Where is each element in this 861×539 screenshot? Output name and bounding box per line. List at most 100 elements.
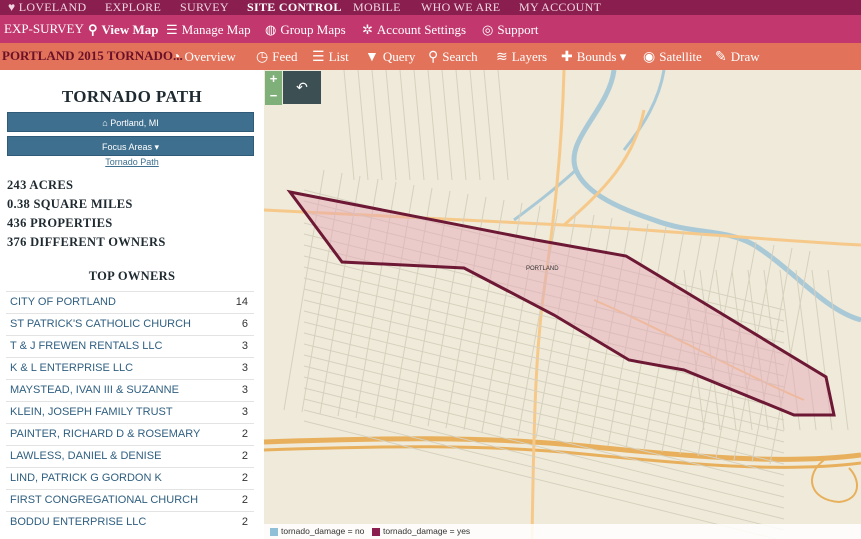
focus-areas-button[interactable]: Focus Areas ▾ — [7, 136, 254, 156]
layers-icon: ≋ — [496, 50, 508, 65]
pie-chart-icon: ◔ — [172, 50, 181, 65]
tool-list[interactable]: ☰ List — [312, 43, 349, 72]
street — [303, 420, 779, 539]
river-branch — [513, 168, 578, 222]
owner-name[interactable]: K & L ENTERPRISE LLC — [10, 362, 133, 374]
support-link[interactable]: ◎ Support — [482, 15, 539, 45]
owner-count: 2 — [241, 494, 248, 506]
street — [455, 70, 467, 181]
owner-row[interactable]: PAINTER, RICHARD D & ROSEMARY 2 — [6, 423, 254, 445]
owner-count: 2 — [241, 428, 248, 440]
street — [427, 70, 439, 181]
street — [399, 70, 411, 181]
map-pin-icon: ⚲ — [88, 22, 98, 37]
group-maps-link[interactable]: ◍ Group Maps — [265, 15, 346, 45]
zoom-in-button[interactable]: + — [265, 71, 282, 88]
nav-survey[interactable]: SURVEY — [180, 0, 229, 15]
gear-icon: ✲ — [362, 22, 373, 37]
top-owners-title: TOP OWNERS — [88, 269, 176, 283]
owner-row[interactable]: K & L ENTERPRISE LLC 3 — [6, 357, 254, 379]
nav-mobile[interactable]: MOBILE — [353, 0, 401, 15]
sub-nav: EXP-SURVEY ⚲ View Map ☰ Manage Map ◍ Group … — [0, 15, 861, 43]
map-legend: tornado_damage = no tornado_damage = yes — [264, 524, 861, 539]
nav-explore[interactable]: EXPLORE — [105, 0, 161, 15]
owner-row[interactable]: BODDU ENTERPRISE LLC 2 — [6, 511, 254, 533]
nav-site-control[interactable]: SITE CONTROL — [247, 0, 342, 15]
street — [385, 70, 397, 181]
owner-name[interactable]: LAWLESS, DANIEL & DENISE — [10, 450, 161, 462]
group-icon: ◍ — [265, 22, 277, 37]
tool-satellite[interactable]: ◉ Satellite — [643, 43, 702, 72]
street — [303, 409, 785, 531]
list-icon: ☰ — [312, 50, 325, 65]
back-button[interactable]: ↶ — [283, 71, 321, 104]
account-settings-link[interactable]: ✲ Account Settings — [362, 15, 466, 45]
tool-bounds[interactable]: ✚ Bounds ▾ — [561, 43, 626, 72]
stat-acres: 243 ACRES — [7, 178, 74, 192]
tornado-path-link[interactable]: Tornado Path — [0, 157, 264, 167]
owner-count: 3 — [241, 406, 248, 418]
owner-row[interactable]: CITY OF PORTLAND 14 — [6, 291, 254, 313]
brand-label[interactable]: EXP-SURVEY — [4, 15, 84, 43]
street — [357, 70, 369, 181]
owner-name[interactable]: T & J FREWEN RENTALS LLC — [10, 340, 162, 352]
owner-count: 2 — [241, 450, 248, 462]
tool-overview[interactable]: ◔ Overview — [172, 43, 236, 72]
legend-label-yes: tornado_damage = yes — [383, 526, 471, 536]
owner-count: 3 — [241, 340, 248, 352]
stat-owners: 376 DIFFERENT OWNERS — [7, 235, 166, 249]
nav-loveland[interactable]: ♥ LOVELAND — [8, 0, 86, 15]
page-title: TORNADO PATH — [61, 87, 203, 106]
owner-name[interactable]: BODDU ENTERPRISE LLC — [10, 516, 146, 528]
legend-swatch-yes — [372, 528, 380, 536]
street — [497, 70, 509, 181]
puzzle-icon: ✚ — [561, 50, 573, 65]
owner-name[interactable]: LIND, PATRICK G GORDON K — [10, 472, 162, 484]
town-label: PORTLAND — [526, 266, 559, 272]
owner-row[interactable]: T & J FREWEN RENTALS LLC 3 — [6, 335, 254, 357]
stat-square-miles: 0.38 SQUARE MILES — [7, 197, 133, 211]
globe-icon: ◉ — [643, 50, 656, 65]
lifebuoy-icon: ◎ — [482, 22, 494, 37]
legend-label-no: tornado_damage = no — [281, 526, 365, 536]
owner-row[interactable]: LAWLESS, DANIEL & DENISE 2 — [6, 445, 254, 467]
owner-row[interactable]: LIND, PATRICK G GORDON K 2 — [6, 467, 254, 489]
tool-layers[interactable]: ≋ Layers — [496, 43, 547, 72]
owner-name[interactable]: CITY OF PORTLAND — [10, 296, 116, 308]
filter-icon: ▼ — [365, 50, 379, 65]
street — [469, 70, 481, 181]
owner-row[interactable]: KLEIN, JOSEPH FAMILY TRUST 3 — [6, 401, 254, 423]
top-nav: ♥ LOVELAND EXPLORE SURVEY SITE CONTROL M… — [0, 0, 861, 15]
street — [413, 70, 425, 181]
owner-row[interactable]: ST PATRICK'S CATHOLIC CHURCH 6 — [6, 313, 254, 335]
nav-who-we-are[interactable]: WHO WE ARE — [421, 0, 500, 15]
map-canvas[interactable]: PORTLAND — [264, 70, 861, 539]
tool-query[interactable]: ▼ Query — [365, 43, 415, 72]
search-icon: ⚲ — [428, 50, 439, 65]
owner-name[interactable]: KLEIN, JOSEPH FAMILY TRUST — [10, 406, 173, 418]
zoom-out-button[interactable]: − — [265, 88, 282, 105]
street — [371, 70, 383, 181]
street — [303, 365, 785, 487]
manage-map-link[interactable]: ☰ Manage Map — [166, 15, 251, 45]
map-basemap[interactable]: PORTLAND — [264, 70, 861, 539]
tool-feed[interactable]: ◷ Feed — [256, 43, 298, 72]
location-button[interactable]: ⌂ Portland, MI — [7, 112, 254, 132]
owner-name[interactable]: FIRST CONGREGATIONAL CHURCH — [10, 494, 198, 506]
owner-count: 3 — [241, 362, 248, 374]
owner-row[interactable]: MAYSTEAD, IVAN III & SUZANNE 3 — [6, 379, 254, 401]
owner-name[interactable]: MAYSTEAD, IVAN III & SUZANNE — [10, 384, 179, 396]
pencil-icon: ✎ — [715, 50, 727, 65]
tool-draw[interactable]: ✎ Draw — [715, 43, 760, 72]
view-map-link[interactable]: ⚲ View Map — [88, 15, 158, 45]
owner-count: 14 — [235, 296, 248, 308]
street — [441, 70, 453, 181]
owner-name[interactable]: ST PATRICK'S CATHOLIC CHURCH — [10, 318, 191, 330]
map-toolbar: PORTLAND 2015 TORNADO... ◔ Overview ◷ Feed… — [0, 43, 861, 70]
owner-count: 6 — [241, 318, 248, 330]
owner-row[interactable]: FIRST CONGREGATIONAL CHURCH 2 — [6, 489, 254, 511]
tool-search[interactable]: ⚲ Search — [428, 43, 478, 72]
nav-my-account[interactable]: MY ACCOUNT — [519, 0, 601, 15]
owner-name[interactable]: PAINTER, RICHARD D & ROSEMARY — [10, 428, 200, 440]
owner-count: 3 — [241, 384, 248, 396]
